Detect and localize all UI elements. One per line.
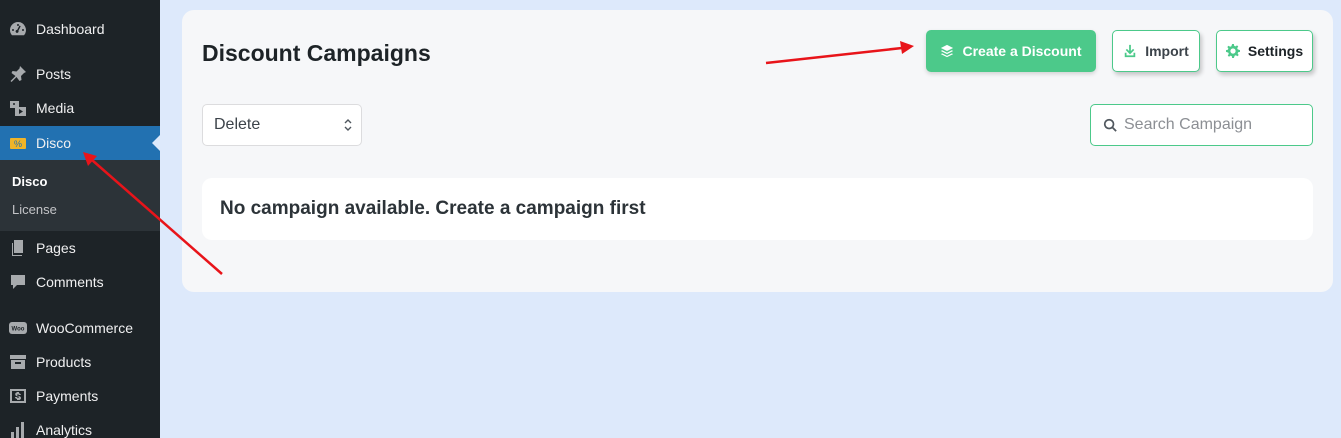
download-icon: [1124, 44, 1136, 58]
comment-icon: [0, 272, 36, 292]
chart-icon: [0, 420, 36, 438]
sidebar-item-products[interactable]: Products: [0, 345, 160, 379]
submenu-item-license[interactable]: License: [12, 202, 57, 217]
sidebar-item-label: Disco: [36, 135, 72, 151]
sidebar-item-label: Posts: [36, 66, 72, 82]
sidebar-item-pages[interactable]: Pages: [0, 231, 160, 265]
settings-button[interactable]: Settings: [1216, 30, 1313, 72]
sidebar-item-label: Analytics: [36, 422, 93, 438]
page-title: Discount Campaigns: [202, 40, 431, 66]
sidebar-item-payments[interactable]: Payments: [0, 379, 160, 413]
sidebar-item-disco[interactable]: % Disco: [0, 126, 160, 160]
sidebar-item-comments[interactable]: Comments: [0, 265, 160, 299]
sidebar-item-label: Products: [36, 354, 92, 370]
pages-icon: [0, 238, 36, 258]
disco-icon: %: [0, 133, 36, 153]
sidebar-item-media[interactable]: Media: [0, 91, 160, 125]
sidebar-item-label: Media: [36, 100, 75, 116]
disco-submenu: Disco License: [0, 160, 160, 231]
woo-icon: Woo: [0, 318, 36, 338]
sidebar-item-dashboard[interactable]: Dashboard: [0, 12, 160, 46]
svg-text:%: %: [14, 139, 22, 149]
sidebar-item-label: Pages: [36, 240, 76, 256]
dashboard-icon: [0, 19, 36, 39]
admin-sidebar: Dashboard Posts Media % Disco Disco Lice…: [0, 0, 160, 438]
dollar-icon: [0, 386, 36, 406]
search-box[interactable]: [1090, 104, 1313, 146]
media-icon: [0, 98, 36, 118]
sidebar-item-label: WooCommerce: [36, 320, 133, 336]
submenu-item-disco[interactable]: Disco: [12, 174, 47, 189]
sidebar-item-label: Payments: [36, 388, 99, 404]
search-input[interactable]: [1124, 116, 1304, 134]
import-label: Import: [1145, 43, 1189, 59]
sidebar-item-label: Comments: [36, 274, 104, 290]
sidebar-item-analytics[interactable]: Analytics: [0, 413, 160, 438]
archive-icon: [0, 352, 36, 372]
sidebar-item-label: Dashboard: [36, 21, 105, 37]
import-button[interactable]: Import: [1112, 30, 1200, 72]
sidebar-item-woocommerce[interactable]: Woo WooCommerce: [0, 311, 160, 345]
search-icon: [1103, 118, 1117, 132]
bulk-action-value: Delete: [214, 116, 261, 133]
pin-icon: [0, 64, 36, 84]
campaigns-card: Discount Campaigns Create a Discount Imp…: [182, 10, 1333, 292]
empty-state-message: No campaign available. Create a campaign…: [202, 178, 1313, 240]
bulk-action-select[interactable]: Delete: [202, 104, 362, 146]
settings-label: Settings: [1247, 43, 1304, 59]
create-discount-button[interactable]: Create a Discount: [926, 30, 1096, 72]
sidebar-item-posts[interactable]: Posts: [0, 57, 160, 91]
select-arrows-icon: [344, 119, 352, 131]
layers-icon: [941, 44, 954, 58]
gear-icon: [1225, 44, 1240, 58]
svg-text:Woo: Woo: [12, 327, 25, 333]
create-discount-label: Create a Discount: [962, 43, 1082, 59]
